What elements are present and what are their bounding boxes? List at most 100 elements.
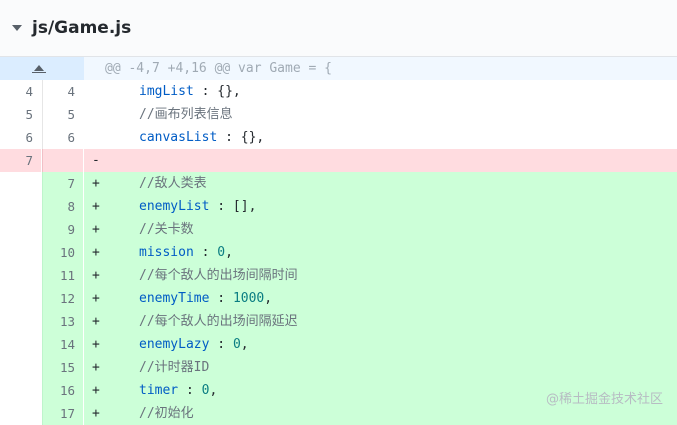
code-token-comment: //每个敌人的出场间隔延迟 — [139, 314, 298, 329]
new-line-number[interactable]: 10 — [42, 241, 83, 264]
code-line: canvasList : {}, — [84, 126, 677, 149]
code-text: imgList : {}, — [139, 80, 241, 103]
code-text: timer : 0, — [139, 379, 217, 402]
old-line-number[interactable] — [0, 218, 41, 241]
code-line: + //敌人类表 — [84, 172, 677, 195]
code-token-comment: //画布列表信息 — [139, 107, 233, 122]
new-line-number[interactable]: 4 — [42, 80, 83, 103]
code-token-ident: timer — [139, 383, 179, 398]
code-token-ident: canvasList — [139, 130, 218, 145]
code-line: + //计时器ID — [84, 356, 677, 379]
diff-marker: + — [92, 245, 100, 260]
code-line: + enemyLazy : 0, — [84, 333, 677, 356]
code-token-ident: enemyLazy — [139, 337, 210, 352]
new-line-number[interactable]: 13 — [42, 310, 83, 333]
code-line: - — [84, 149, 677, 172]
old-line-number[interactable] — [0, 379, 41, 402]
code-token-punc: : — [209, 337, 233, 352]
old-line-number[interactable] — [0, 402, 41, 425]
new-line-number[interactable]: 15 — [42, 356, 83, 379]
code-token-num: 1000 — [232, 291, 265, 306]
old-line-number[interactable]: 7 — [0, 149, 41, 172]
diff-marker: + — [92, 360, 100, 375]
code-line: //画布列表信息 — [84, 103, 677, 126]
code-token-punc: , — [225, 245, 233, 260]
code-token-comment: //关卡数 — [139, 222, 194, 237]
new-line-number[interactable]: 12 — [42, 287, 83, 310]
code-token-ident: enemyTime — [139, 291, 210, 306]
new-line-number[interactable]: 6 — [42, 126, 83, 149]
code-token-punc: : — [178, 383, 202, 398]
new-line-number[interactable]: 7 — [42, 172, 83, 195]
code-line: + //关卡数 — [84, 218, 677, 241]
diff-line-add: 13 + //每个敌人的出场间隔延迟 — [0, 310, 677, 333]
diff-marker: + — [92, 291, 100, 306]
code-text: enemyList : [], — [139, 195, 256, 218]
diff-line-add: 15 + //计时器ID — [0, 356, 677, 379]
old-line-number[interactable]: 5 — [0, 103, 41, 126]
expand-up-button[interactable] — [0, 57, 84, 80]
expand-line-icon — [32, 72, 46, 73]
code-token-punc: , — [240, 337, 249, 352]
old-line-number[interactable] — [0, 241, 41, 264]
watermark: @稀土掘金技术社区 — [545, 392, 663, 407]
code-token-comment: //初始化 — [139, 406, 194, 421]
diff-line-add: 7 + //敌人类表 — [0, 172, 677, 195]
new-line-number[interactable]: 16 — [42, 379, 83, 402]
code-token-punc: : — [193, 245, 218, 260]
old-line-number[interactable]: 4 — [0, 80, 41, 103]
diff-marker: + — [92, 176, 100, 191]
new-line-number[interactable]: 9 — [42, 218, 83, 241]
code-line: + mission : 0, — [84, 241, 677, 264]
old-line-number[interactable] — [0, 264, 41, 287]
code-token-punc: : — [209, 291, 233, 306]
old-line-number[interactable] — [0, 333, 41, 356]
code-text: //计时器ID — [139, 356, 209, 379]
hunk-header: @@ -4,7 +4,16 @@ var Game = { — [84, 57, 677, 80]
old-line-number[interactable] — [0, 172, 41, 195]
old-line-number[interactable] — [0, 287, 41, 310]
old-line-number[interactable] — [0, 310, 41, 333]
code-text: //每个敌人的出场间隔时间 — [139, 264, 298, 287]
code-token-punc: : {}, — [217, 130, 265, 145]
code-token-ident: enemyList — [139, 199, 210, 214]
diff-marker: + — [92, 383, 100, 398]
diff-marker: + — [92, 268, 100, 283]
code-line: + enemyList : [], — [84, 195, 677, 218]
code-token-comment: //计时器ID — [139, 360, 210, 375]
new-line-number[interactable]: 14 — [42, 333, 83, 356]
code-token-punc: , — [264, 291, 273, 306]
old-line-number[interactable]: 6 — [0, 126, 41, 149]
code-token-ident: imgList — [139, 84, 194, 99]
new-line-number[interactable]: 8 — [42, 195, 83, 218]
new-line-number[interactable]: 17 — [42, 402, 83, 425]
new-line-number[interactable]: 11 — [42, 264, 83, 287]
expand-up-icon[interactable] — [34, 65, 44, 71]
collapse-chevron-icon[interactable] — [12, 25, 22, 31]
code-text: enemyTime : 1000, — [139, 287, 272, 310]
code-line: + //每个敌人的出场间隔延迟 — [84, 310, 677, 333]
code-text: //画布列表信息 — [139, 103, 233, 126]
diff-line-add: 12 + enemyTime : 1000, — [0, 287, 677, 310]
code-token-comment: //敌人类表 — [139, 176, 207, 191]
code-token-ident: mission — [139, 245, 194, 260]
old-line-number[interactable] — [0, 195, 41, 218]
file-name[interactable]: js/Game.js — [32, 18, 131, 38]
diff-marker: + — [92, 406, 100, 421]
code-text: mission : 0, — [139, 241, 233, 264]
old-line-number[interactable] — [0, 356, 41, 379]
hunk-header-row: @@ -4,7 +4,16 @@ var Game = { — [0, 57, 677, 80]
code-text: //初始化 — [139, 402, 194, 425]
new-line-number[interactable] — [42, 149, 83, 172]
file-header: js/Game.js — [0, 0, 677, 57]
diff-marker: + — [92, 314, 100, 329]
code-token-num: 0 — [232, 337, 241, 352]
diff-line-ctx: 6 6 canvasList : {}, — [0, 126, 677, 149]
new-line-number[interactable]: 5 — [42, 103, 83, 126]
diff-line-ctx: 4 4 imgList : {}, — [0, 80, 677, 103]
code-line: + //每个敌人的出场间隔时间 — [84, 264, 677, 287]
code-text: canvasList : {}, — [139, 126, 264, 149]
code-text: //关卡数 — [139, 218, 194, 241]
diff-table: @@ -4,7 +4,16 @@ var Game = { 4 4 imgList … — [0, 57, 677, 425]
diff-line-add: 9 + //关卡数 — [0, 218, 677, 241]
